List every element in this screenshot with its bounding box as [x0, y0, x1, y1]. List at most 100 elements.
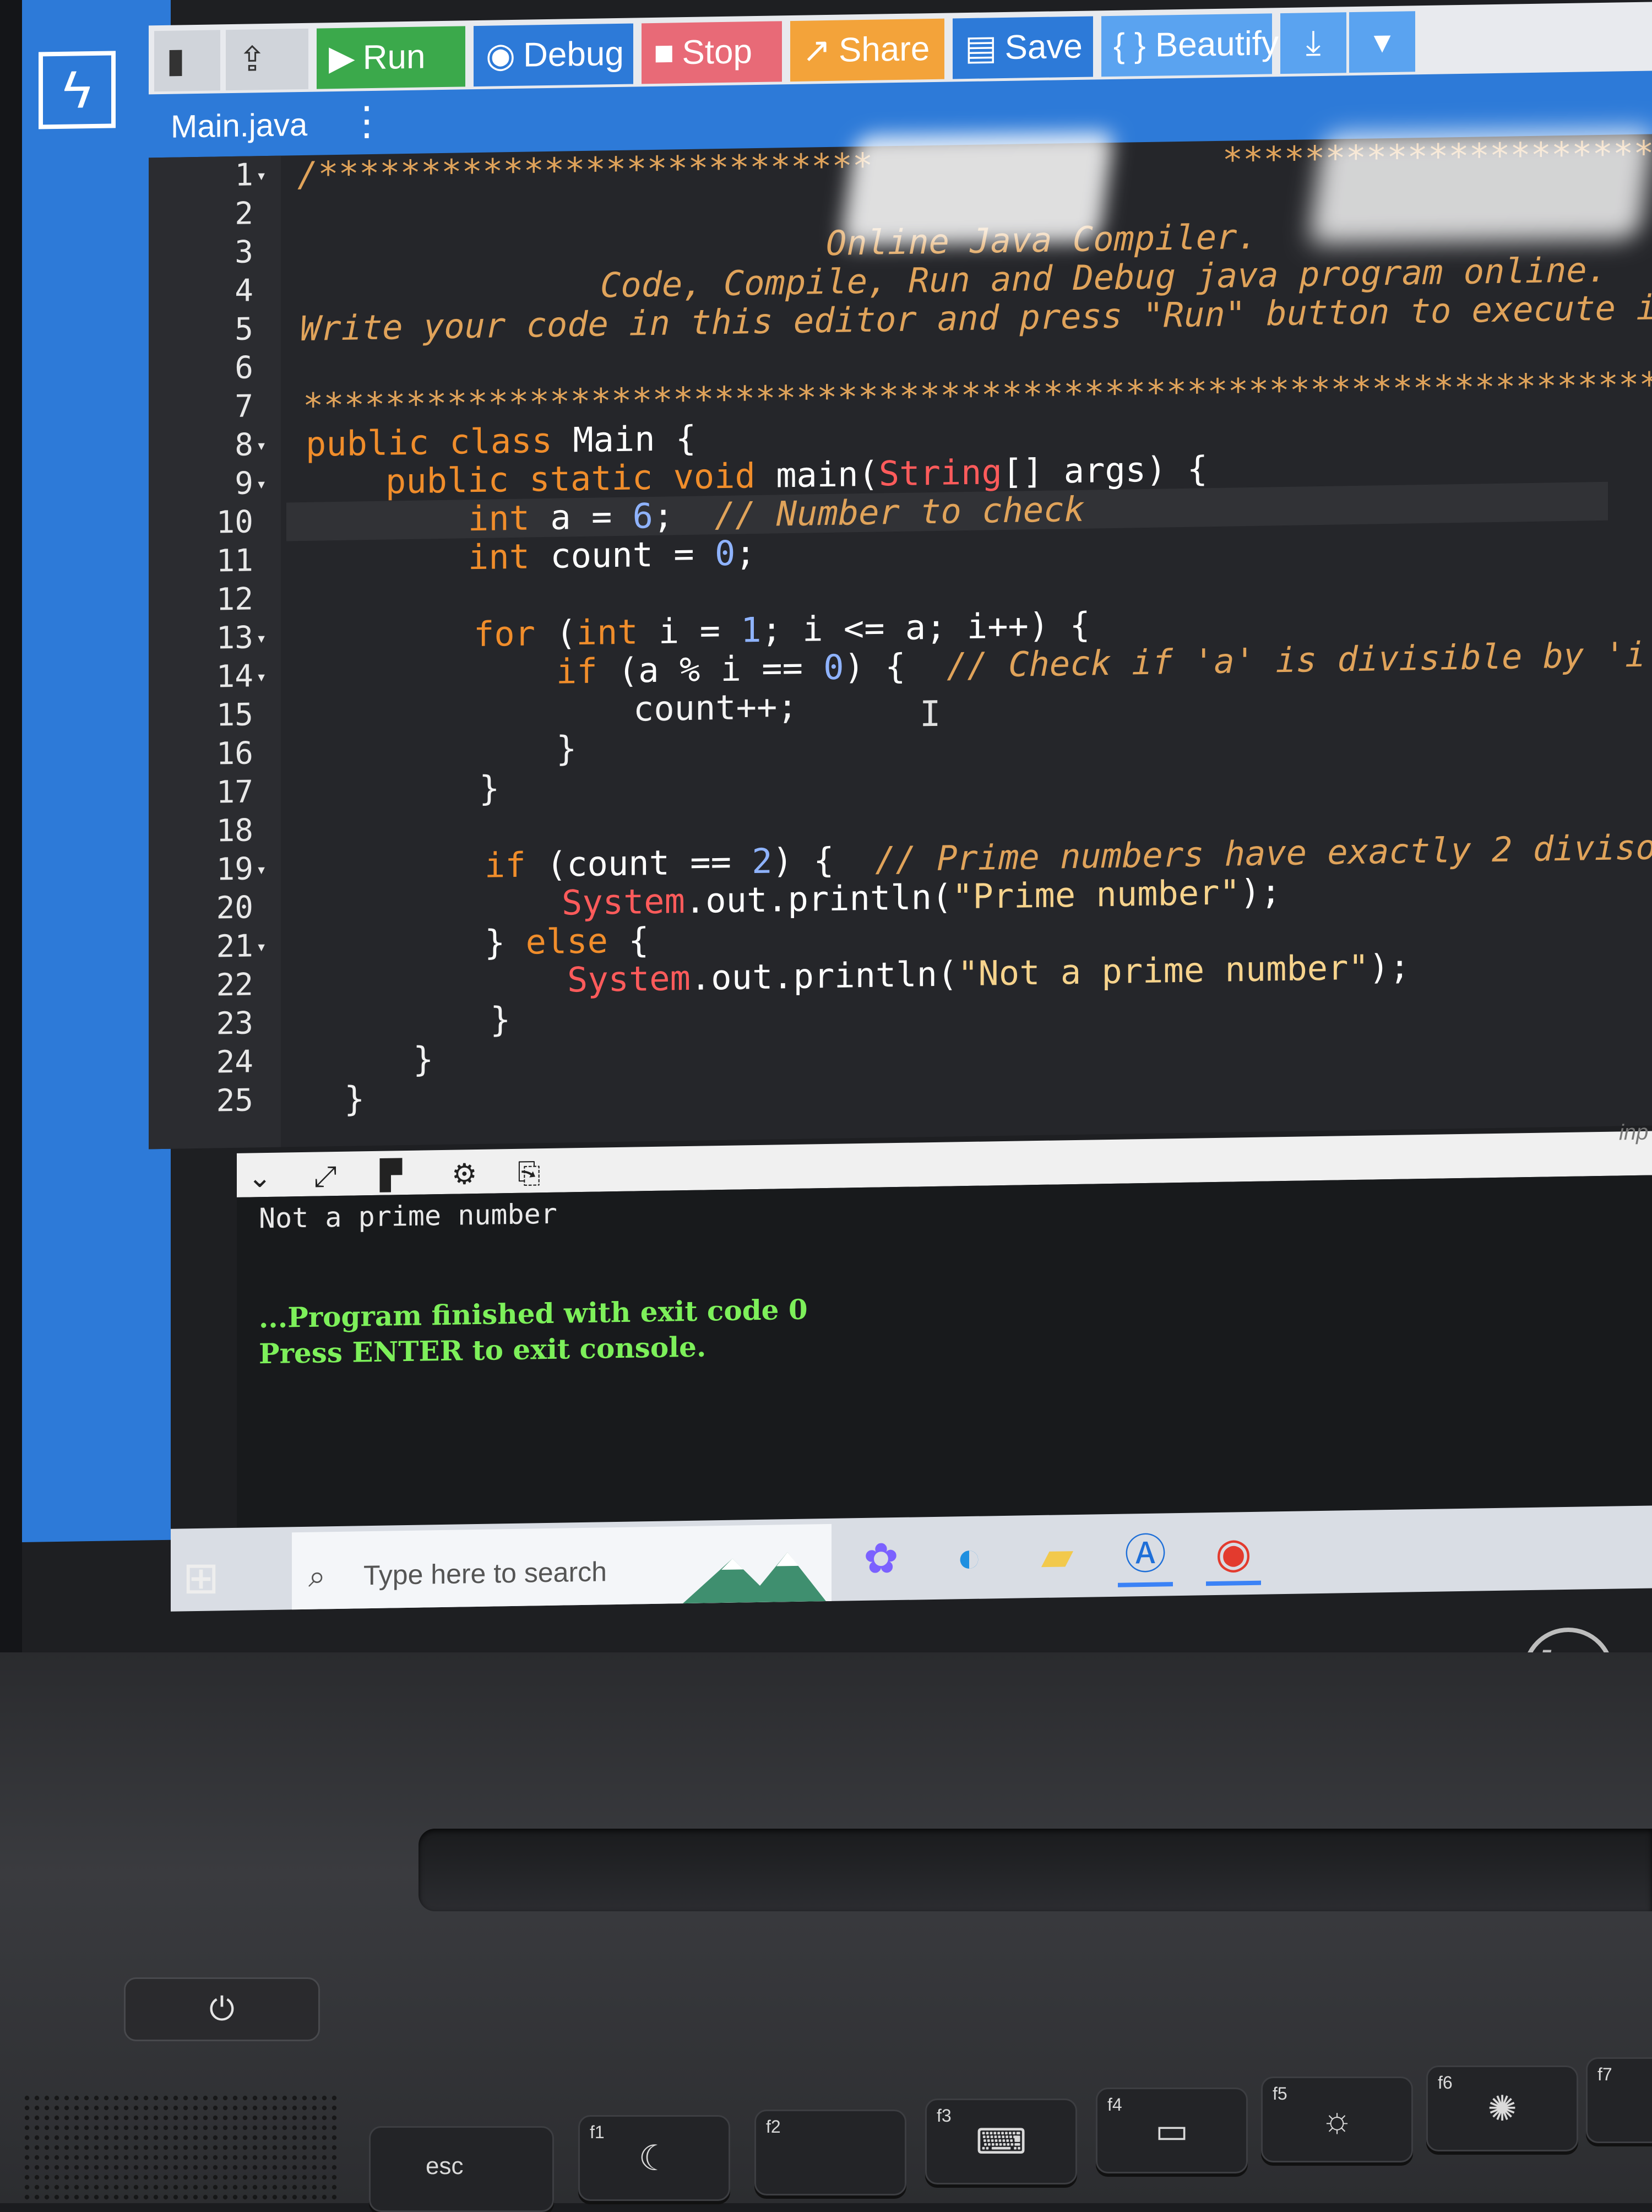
download-button[interactable]: ⤓	[1280, 12, 1346, 74]
brightness-up-icon: ✺	[1487, 2089, 1517, 2128]
code-line-21: } else {	[485, 920, 649, 963]
code-editor[interactable]: 1 ▾ 2 3 4 5 6 7 8 ▾ 9 ▾ 10 11 12 13 ▾ 14 ▾ 15 16 17 18 19 ▾ 20 21 ▾…	[149, 132, 1652, 1150]
brightness-down-icon: ☼	[1320, 2100, 1354, 2139]
stop-icon: ■	[654, 34, 675, 72]
search-icon: ⌕	[308, 1558, 326, 1593]
text-cursor-icon: I	[920, 693, 941, 735]
code-token: );	[1368, 946, 1410, 988]
code-token: for	[474, 612, 556, 655]
debug-button[interactable]: ◉ Debug	[474, 23, 633, 87]
code-token: 0	[823, 647, 844, 688]
share-icon: ↗	[802, 31, 831, 70]
code-token: "Not a prime number"	[958, 947, 1369, 994]
console-output-line: Not a prime number	[259, 1197, 557, 1235]
upload-button[interactable]: ⇪	[226, 28, 308, 91]
input-tab-label[interactable]: inp	[1619, 1120, 1648, 1146]
line-number: 24	[216, 1044, 253, 1081]
copilot-icon[interactable]: ✿	[854, 1531, 909, 1587]
line-number: 1	[235, 157, 253, 193]
code-token: 2	[752, 841, 773, 882]
line-number: 11	[216, 543, 253, 579]
output-console[interactable]: Not a prime number ...Program finished w…	[237, 1175, 1652, 1528]
line-number: 20	[216, 890, 253, 926]
line-number: 17	[216, 774, 253, 811]
share-button[interactable]: ↗ Share	[790, 18, 944, 82]
key-f6[interactable]: f6 ✺	[1426, 2065, 1578, 2151]
stop-button[interactable]: ■ Stop	[642, 21, 782, 84]
code-token: ;	[653, 495, 715, 536]
code-line-17: }	[479, 768, 500, 809]
download-icon: ⤓	[1306, 23, 1321, 62]
code-token: ; i <= a; i++) {	[761, 604, 1090, 650]
fold-toggle-icon[interactable]: ▾	[256, 657, 278, 696]
run-button[interactable]: ▶ Run	[317, 26, 465, 89]
code-token: 1	[741, 609, 762, 650]
laptop-screen: ϟ ▮ ⇪ ▶ Run ◉ Debug ■ Stop ↗ Share ▤ Save { }…	[22, 0, 1652, 1686]
fold-toggle-icon[interactable]: ▾	[256, 927, 278, 966]
code-line-24: }	[413, 1039, 434, 1080]
clipboard-icon[interactable]: ⎘	[518, 1157, 541, 1190]
fold-toggle-icon[interactable]: ▾	[256, 426, 278, 465]
chrome-icon[interactable]: ◉	[1206, 1525, 1261, 1586]
line-number: 9	[235, 465, 253, 502]
line-number: 13	[216, 620, 253, 657]
app-a-icon[interactable]: Ⓐ	[1118, 1527, 1173, 1587]
line-number: 18	[216, 812, 253, 849]
share-button-label: Share	[838, 30, 930, 69]
code-line-16: }	[556, 728, 577, 769]
key-f3[interactable]: f3 ⌨	[925, 2099, 1077, 2184]
code-token: );	[1240, 871, 1281, 913]
lightning-logo-icon[interactable]: ϟ	[39, 51, 116, 129]
tab-menu-icon[interactable]: ⋮	[347, 94, 387, 155]
code-token: System	[562, 881, 685, 923]
fold-toggle-icon[interactable]: ▾	[256, 619, 278, 658]
console-finished-line: ...Program finished with exit code 0	[259, 1293, 808, 1335]
key-f5[interactable]: f5 ☼	[1261, 2077, 1413, 2162]
key-f4[interactable]: f4 ▭	[1096, 2088, 1248, 2173]
beautify-button-label: { } Beautify	[1113, 24, 1279, 65]
code-token: .out.println(	[684, 876, 953, 921]
new-file-button[interactable]: ▮	[154, 30, 220, 92]
line-number: 12	[216, 581, 253, 618]
save-button[interactable]: ▤ Save	[953, 16, 1093, 79]
code-token: ) {	[772, 839, 876, 881]
collapse-console-icon[interactable]: ⌄	[248, 1161, 272, 1195]
power-icon: ⏻	[209, 1991, 235, 2027]
file-explorer-icon[interactable]: ▰	[1030, 1528, 1085, 1585]
line-number: 21	[216, 928, 253, 965]
code-token: 0	[714, 533, 736, 574]
save-icon: ▤	[965, 29, 997, 68]
moon-icon: ☾	[638, 2138, 670, 2178]
fold-toggle-icon[interactable]: ▾	[256, 850, 278, 889]
play-icon: ▶	[329, 39, 355, 78]
beautify-button[interactable]: { } Beautify	[1101, 13, 1279, 77]
edge-icon[interactable]: ◐	[942, 1530, 997, 1586]
key-label: f2	[766, 2117, 781, 2137]
fold-toggle-icon[interactable]: ▾	[256, 464, 278, 503]
code-token: "Prime number"	[952, 872, 1240, 917]
key-esc[interactable]: esc	[369, 2126, 554, 2212]
code-token: int	[576, 611, 659, 653]
code-token: else	[525, 920, 608, 962]
debug-button-label: Debug	[523, 34, 624, 74]
expand-console-icon[interactable]: ⤢	[314, 1160, 337, 1194]
power-button[interactable]: ⏻	[124, 1977, 320, 2041]
code-token: }	[485, 921, 526, 963]
code-token: [] args) {	[1002, 448, 1208, 492]
line-number: 3	[235, 234, 253, 270]
key-f2[interactable]: f2	[754, 2110, 906, 2195]
new-file-icon: ▮	[166, 41, 186, 80]
layout-toggle-icon[interactable]: ▛	[380, 1159, 402, 1192]
key-f1[interactable]: f1 ☾	[578, 2115, 730, 2201]
line-number: 23	[216, 1005, 253, 1042]
key-label: esc	[426, 2153, 464, 2180]
download-menu-button[interactable]: ▾	[1349, 11, 1415, 73]
code-token: count =	[550, 533, 715, 576]
code-token: System	[567, 957, 691, 1000]
windows-start-icon[interactable]: ⊞	[176, 1553, 226, 1603]
chevron-down-icon: ▾	[1373, 22, 1391, 61]
fold-toggle-icon[interactable]: ▾	[256, 156, 278, 195]
gear-icon[interactable]: ⚙	[452, 1158, 477, 1191]
key-f7[interactable]: f7	[1586, 2057, 1652, 2143]
debug-icon: ◉	[486, 36, 516, 75]
